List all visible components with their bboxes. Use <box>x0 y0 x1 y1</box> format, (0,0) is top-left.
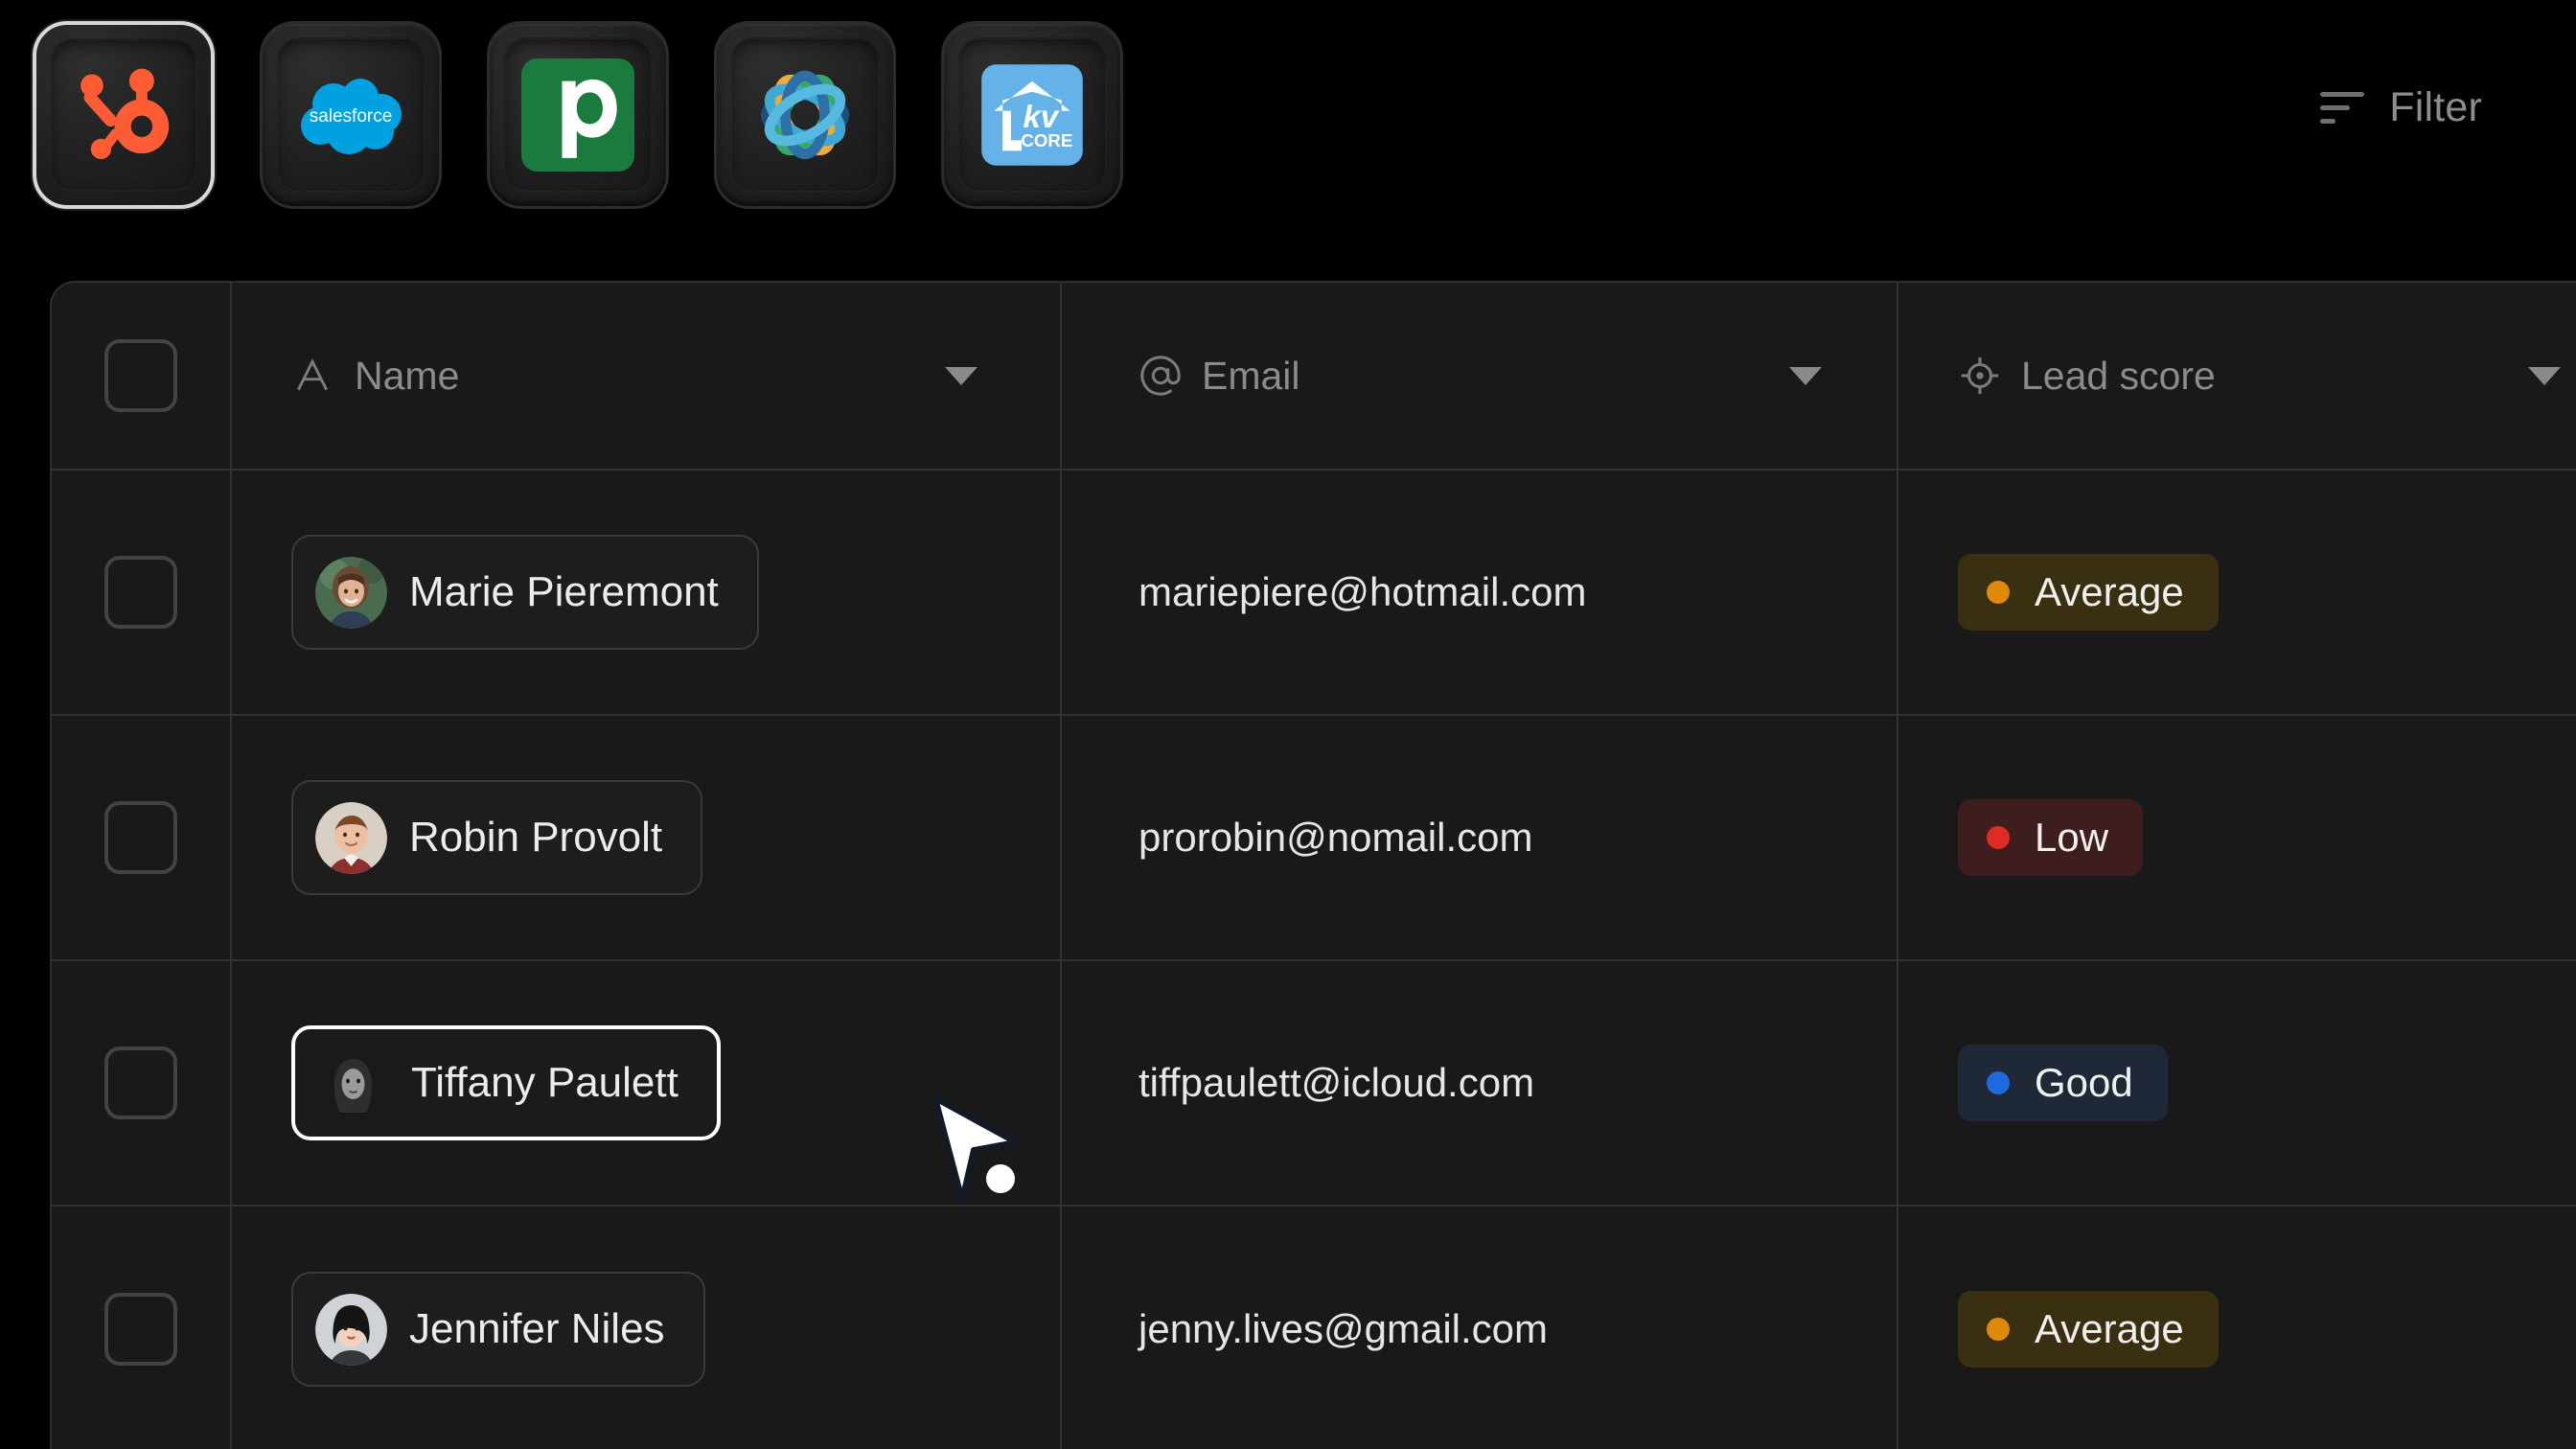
row-email-cell: jenny.lives@gmail.com <box>1062 1207 1898 1449</box>
leads-table: Name Email Lead score Marie Pieremont ma… <box>50 281 2576 1449</box>
row-email-cell: tiffpaulett@icloud.com <box>1062 961 1898 1205</box>
integration-tile-bar: salesforce kv CORE <box>33 21 1123 209</box>
email-text: jenny.lives@gmail.com <box>1138 1306 1548 1351</box>
integration-tile-kvcore[interactable]: kv CORE <box>941 21 1123 209</box>
email-text: mariepiere@hotmail.com <box>1138 569 1587 614</box>
row-select-cell <box>52 1207 232 1449</box>
row-checkbox[interactable] <box>104 801 177 874</box>
status-dot <box>1987 826 2010 849</box>
status-badge-label: Good <box>2035 1060 2133 1105</box>
salesforce-icon: salesforce <box>290 55 411 175</box>
status-badge-label: Average <box>2035 569 2184 614</box>
row-select-cell <box>52 471 232 714</box>
table-row[interactable]: Robin Provolt prorobin@nomail.com Low <box>52 716 2576 961</box>
app-root: salesforce kv CORE Filter Name Email Lea… <box>0 0 2576 1449</box>
row-score-cell: Low <box>1898 716 2576 959</box>
avatar <box>315 556 387 629</box>
email-text: tiffpaulett@icloud.com <box>1138 1060 1535 1105</box>
column-header-name-label: Name <box>355 353 460 398</box>
integration-tile-pipedrive[interactable] <box>487 21 669 209</box>
row-checkbox[interactable] <box>104 1293 177 1366</box>
row-name-cell: Jennifer Niles <box>232 1207 1062 1449</box>
svg-text:kv: kv <box>1023 99 1059 134</box>
select-all-cell <box>52 283 232 469</box>
followupboss-icon <box>745 55 865 175</box>
chevron-down-icon[interactable] <box>945 366 978 385</box>
status-badge[interactable]: Average <box>1958 1291 2219 1368</box>
hubspot-icon <box>63 55 184 175</box>
filter-label: Filter <box>2389 84 2482 130</box>
row-email-cell: mariepiere@hotmail.com <box>1062 471 1898 714</box>
status-badge[interactable]: Low <box>1958 799 2144 876</box>
column-header-lead-score-label: Lead score <box>2021 353 2216 398</box>
select-all-checkbox[interactable] <box>104 339 177 412</box>
row-name-cell: Robin Provolt <box>232 716 1062 959</box>
avatar <box>317 1046 389 1119</box>
chevron-down-icon[interactable] <box>1789 366 1822 385</box>
table-row[interactable]: Jennifer Niles jenny.lives@gmail.com Ave… <box>52 1207 2576 1449</box>
filter-lines-icon <box>2320 92 2365 124</box>
name-text: Marie Pieremont <box>409 568 719 615</box>
column-header-email[interactable]: Email <box>1062 283 1898 469</box>
status-badge[interactable]: Good <box>1958 1045 2168 1121</box>
email-text: prorobin@nomail.com <box>1138 815 1533 860</box>
row-select-cell <box>52 961 232 1205</box>
column-header-lead-score[interactable]: Lead score <box>1898 283 2576 469</box>
name-text: Tiffany Paulett <box>411 1059 678 1106</box>
row-select-cell <box>52 716 232 959</box>
row-name-cell: Tiffany Paulett <box>232 961 1062 1205</box>
status-dot <box>1987 581 2010 604</box>
filter-button[interactable]: Filter <box>2320 84 2482 131</box>
text-a-icon <box>291 353 355 399</box>
avatar <box>315 801 387 874</box>
kvcore-icon: kv CORE <box>972 55 1092 175</box>
status-badge[interactable]: Average <box>1958 554 2219 631</box>
row-checkbox[interactable] <box>104 556 177 629</box>
column-header-name[interactable]: Name <box>232 283 1062 469</box>
name-chip-selected[interactable]: Tiffany Paulett <box>291 1025 721 1140</box>
integration-tile-hubspot[interactable] <box>33 21 215 209</box>
row-checkbox[interactable] <box>104 1046 177 1119</box>
name-text: Jennifer Niles <box>409 1305 665 1352</box>
name-text: Robin Provolt <box>409 814 663 861</box>
integration-tile-salesforce[interactable]: salesforce <box>260 21 442 209</box>
row-email-cell: prorobin@nomail.com <box>1062 716 1898 959</box>
name-chip[interactable]: Jennifer Niles <box>291 1272 705 1387</box>
at-sign-icon <box>1138 354 1202 398</box>
integration-tile-followupboss[interactable] <box>714 21 896 209</box>
row-name-cell: Marie Pieremont <box>232 471 1062 714</box>
status-dot <box>1987 1071 2010 1094</box>
name-chip[interactable]: Marie Pieremont <box>291 535 759 650</box>
avatar <box>315 1293 387 1366</box>
name-chip[interactable]: Robin Provolt <box>291 780 703 895</box>
svg-text:CORE: CORE <box>1021 130 1072 150</box>
row-score-cell: Good <box>1898 961 2576 1205</box>
status-badge-label: Average <box>2035 1306 2184 1351</box>
status-dot <box>1987 1318 2010 1341</box>
table-row[interactable]: Marie Pieremont mariepiere@hotmail.com A… <box>52 471 2576 716</box>
table-row[interactable]: Tiffany Paulett tiffpaulett@icloud.com G… <box>52 961 2576 1207</box>
pipedrive-icon <box>518 55 638 175</box>
svg-text:salesforce: salesforce <box>310 106 393 126</box>
row-score-cell: Average <box>1898 1207 2576 1449</box>
chevron-down-icon[interactable] <box>2528 366 2561 385</box>
row-score-cell: Average <box>1898 471 2576 714</box>
column-header-email-label: Email <box>1202 353 1300 398</box>
status-badge-label: Low <box>2035 815 2109 860</box>
table-header-row: Name Email Lead score <box>52 283 2576 471</box>
crosshair-icon <box>1958 354 2021 398</box>
